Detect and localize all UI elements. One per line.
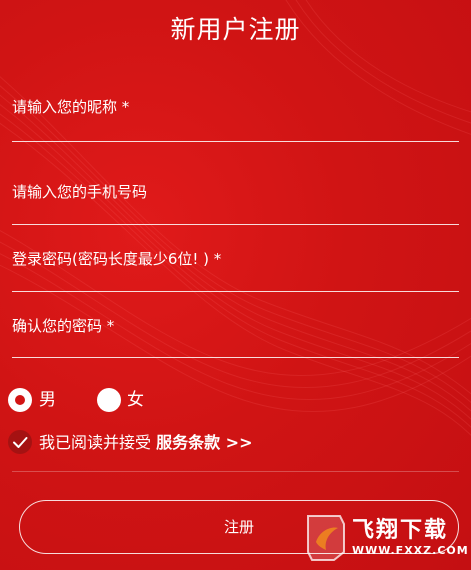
radio-selected-dot [15,395,25,405]
password-placeholder: 登录密码(密码长度最少6位! ) * [12,250,222,268]
page-title: 新用户注册 [170,15,301,44]
nickname-field[interactable]: 请输入您的昵称 * [12,97,459,142]
radio-female-label[interactable]: 女 [127,389,144,411]
watermark-brand: 飞翔下载 [352,518,449,543]
agreement-label: 我已阅读并接受 [39,433,157,452]
radio-male-label[interactable]: 男 [39,389,56,411]
confirm-password-field[interactable]: 确认您的密码 * [12,316,459,358]
nickname-underline [12,141,459,142]
confirm-password-placeholder: 确认您的密码 * [12,317,115,335]
terms-link[interactable]: 服务条款 >> [156,433,252,452]
radio-male[interactable] [8,388,32,412]
divider [12,471,459,472]
password-field[interactable]: 登录密码(密码长度最少6位! ) * [12,249,459,292]
agreement-row: 我已阅读并接受 服务条款 >> [8,430,368,456]
phone-underline [12,224,459,225]
radio-female[interactable] [97,388,121,412]
password-underline [12,291,459,292]
phone-placeholder: 请输入您的手机号码 [12,183,148,201]
phone-field[interactable]: 请输入您的手机号码 [12,182,459,225]
watermark: 飞翔下载 WWW.FXXZ.COM [304,506,468,568]
background-waves [0,0,471,436]
nickname-placeholder: 请输入您的昵称 * [12,98,130,116]
confirm-password-underline [12,357,459,358]
watermark-logo-icon [307,515,345,561]
agreement-text: 我已阅读并接受 服务条款 >> [39,432,252,454]
watermark-url: WWW.FXXZ.COM [352,544,469,557]
agreement-checkbox[interactable] [8,430,32,454]
checkmark-icon [13,437,28,448]
